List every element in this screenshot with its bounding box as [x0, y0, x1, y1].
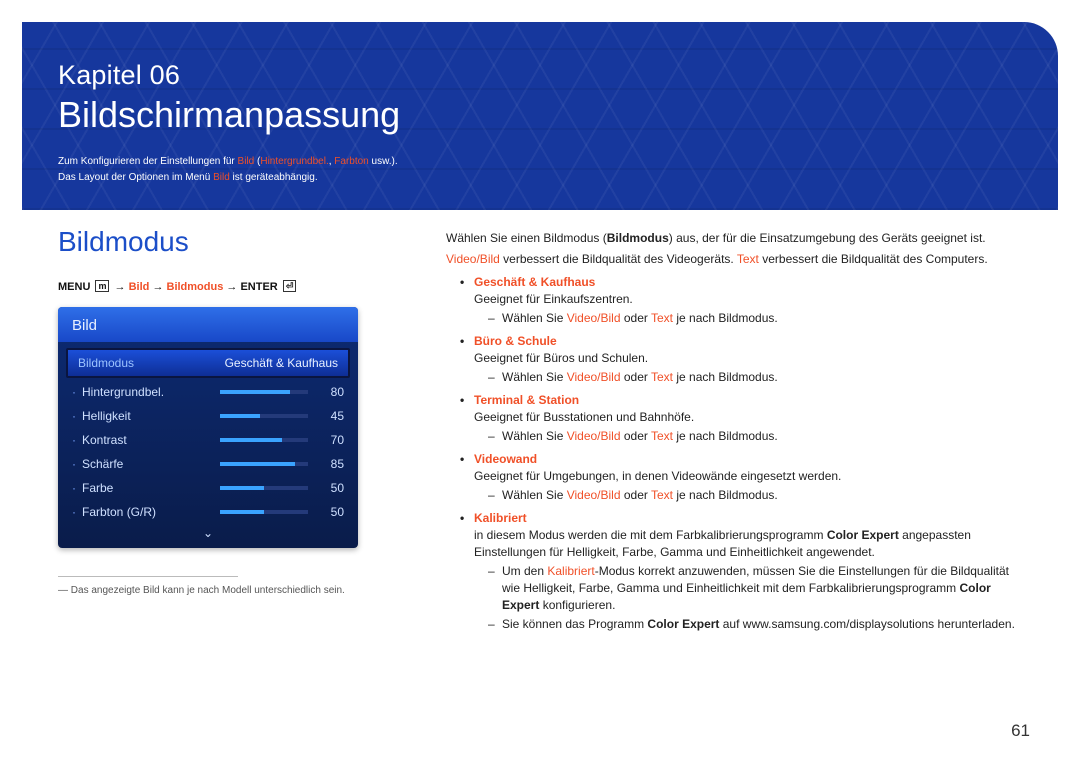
mode-item: Geschäft & Kaufhaus Geeignet für Einkaufs… [460, 274, 1030, 327]
mode-desc: Geeignet für Umgebungen, in denen Videow… [474, 469, 841, 483]
mode-sub: Wählen Sie Video/Bild oder Text je nach … [488, 428, 1030, 445]
osd-slider-name: Helligkeit [82, 409, 220, 423]
mode-name: Videowand [474, 452, 537, 466]
page-number: 61 [1011, 721, 1030, 741]
mode-sub: Wählen Sie Video/Bild oder Text je nach … [488, 369, 1030, 386]
osd-slider-name: Hintergrundbel. [82, 385, 220, 399]
footnote-rule [58, 576, 238, 577]
bullet-icon: · [72, 457, 82, 471]
osd-slider-row[interactable]: ·Farbton (G/R) 50 [58, 500, 358, 524]
osd-slider-name: Farbe [82, 481, 220, 495]
mode-sub: Wählen Sie Video/Bild oder Text je nach … [488, 487, 1030, 504]
osd-slider-bar[interactable] [220, 438, 308, 442]
osd-slider-value: 50 [320, 481, 344, 495]
bullet-icon: · [72, 433, 82, 447]
mode-name: Geschäft & Kaufhaus [474, 275, 595, 289]
osd-slider-value: 80 [320, 385, 344, 399]
osd-mode-row[interactable]: Bildmodus Geschäft & Kaufhaus [66, 348, 350, 378]
mode-desc: Geeignet für Büros und Schulen. [474, 351, 648, 365]
osd-panel: Bild Bildmodus Geschäft & Kaufhaus ·Hint… [58, 307, 358, 548]
bullet-icon: · [72, 481, 82, 495]
chapter-line: Kapitel 06 [58, 60, 180, 91]
mode-item: Videowand Geeignet für Umgebungen, in den… [460, 451, 1030, 504]
mode-name: Kalibriert [474, 511, 527, 525]
bullet-icon: · [72, 385, 82, 399]
osd-slider-name: Schärfe [82, 457, 220, 471]
osd-mode-label: Bildmodus [78, 356, 134, 370]
hero-band: Kapitel 06 Bildschirmanpassung Zum Konfi… [22, 22, 1058, 210]
menu-breadcrumb: MENU m → Bild → Bildmodus → ENTER ⏎ [58, 280, 393, 293]
enter-icon: ⏎ [283, 280, 297, 292]
mode-item: Terminal & Station Geeignet für Busstatio… [460, 392, 1030, 445]
bullet-icon: · [72, 409, 82, 423]
osd-slider-bar[interactable] [220, 486, 308, 490]
footnote: ― Das angezeigte Bild kann je nach Model… [58, 585, 393, 596]
osd-slider-row[interactable]: ·Schärfe 85 [58, 452, 358, 476]
mode-sub: Wählen Sie Video/Bild oder Text je nach … [488, 310, 1030, 327]
mode-desc: Geeignet für Einkaufszentren. [474, 292, 633, 306]
osd-slider-row[interactable]: ·Hintergrundbel. 80 [58, 380, 358, 404]
osd-slider-value: 85 [320, 457, 344, 471]
osd-slider-bar[interactable] [220, 414, 308, 418]
osd-slider-value: 70 [320, 433, 344, 447]
chapter-title: Bildschirmanpassung [58, 94, 400, 136]
mode-name: Terminal & Station [474, 393, 579, 407]
osd-mode-value: Geschäft & Kaufhaus [225, 356, 338, 370]
chevron-down-icon[interactable]: ⌄ [58, 524, 358, 548]
osd-slider-row[interactable]: ·Farbe 50 [58, 476, 358, 500]
osd-slider-name: Kontrast [82, 433, 220, 447]
mode-item: Büro & Schule Geeignet für Büros und Schu… [460, 333, 1030, 386]
bullet-icon: · [72, 505, 82, 519]
mode-desc: Geeignet für Busstationen und Bahnhöfe. [474, 410, 694, 424]
right-column: Wählen Sie einen Bildmodus (Bildmodus) a… [446, 230, 1030, 633]
intro-paragraph-2: Video/Bild verbessert die Bildqualität d… [446, 251, 1030, 268]
osd-slider-bar[interactable] [220, 510, 308, 514]
mode-sub: Sie können das Programm Color Expert auf… [488, 616, 1030, 633]
mode-name: Büro & Schule [474, 334, 557, 348]
left-column: Bildmodus MENU m → Bild → Bildmodus → EN… [58, 226, 393, 596]
osd-slider-bar[interactable] [220, 462, 308, 466]
osd-slider-row[interactable]: ·Helligkeit 45 [58, 404, 358, 428]
mode-sub: Um den Kalibriert-Modus korrekt anzuwend… [488, 563, 1030, 614]
mode-item-kalibriert: Kalibriert in diesem Modus werden die mit… [460, 510, 1030, 633]
osd-slider-name: Farbton (G/R) [82, 505, 220, 519]
osd-slider-value: 50 [320, 505, 344, 519]
intro-paragraph-1: Wählen Sie einen Bildmodus (Bildmodus) a… [446, 230, 1030, 247]
intro-text: Zum Konfigurieren der Einstellungen für … [58, 154, 398, 186]
section-heading: Bildmodus [58, 226, 393, 258]
osd-title: Bild [58, 307, 358, 342]
osd-slider-value: 45 [320, 409, 344, 423]
osd-slider-bar[interactable] [220, 390, 308, 394]
mode-desc: in diesem Modus werden die mit dem Farbk… [474, 528, 971, 559]
osd-slider-row[interactable]: ·Kontrast 70 [58, 428, 358, 452]
menu-icon: m [95, 280, 109, 292]
